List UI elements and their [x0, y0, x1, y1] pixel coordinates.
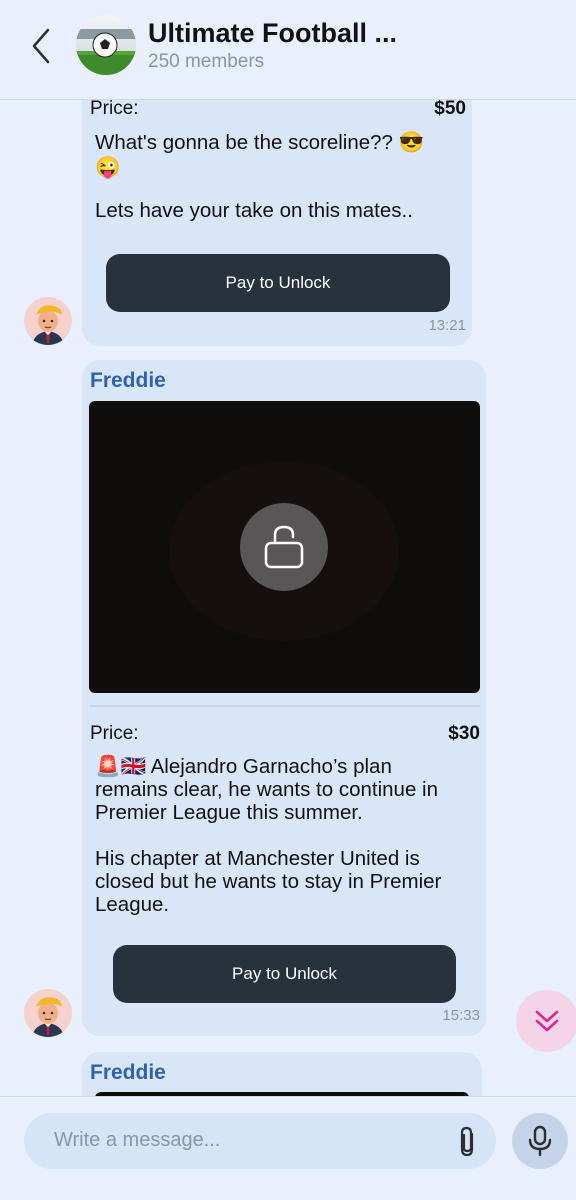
message-text: What's gonna be the scoreline?? 😎 😜 Lets…	[95, 131, 425, 222]
sender-name[interactable]: Freddie	[90, 369, 166, 393]
user-avatar-image	[24, 297, 72, 345]
price-value: $30	[448, 723, 480, 744]
unlock-button[interactable]	[240, 503, 328, 591]
message-time: 15:33	[442, 1007, 480, 1024]
scroll-to-bottom-button[interactable]	[516, 990, 576, 1052]
paperclip-icon	[460, 1126, 474, 1157]
price-value: $50	[434, 100, 466, 119]
sender-name[interactable]: Freddie	[90, 1061, 166, 1085]
divider	[89, 705, 480, 707]
group-avatar[interactable]	[76, 15, 136, 75]
pay-to-unlock-button[interactable]: Pay to Unlock	[106, 254, 450, 312]
microphone-icon	[528, 1125, 552, 1157]
member-count: 250 members	[148, 51, 265, 72]
price-label: Price:	[90, 723, 139, 744]
voice-message-button[interactable]	[512, 1113, 568, 1169]
price-label: Price:	[90, 100, 139, 119]
message-input-placeholder[interactable]: Write a message...	[54, 1129, 220, 1152]
locked-media[interactable]	[89, 401, 480, 693]
lock-open-icon	[264, 525, 304, 569]
message-list[interactable]: Price: $50 What's gonna be the scoreline…	[0, 100, 576, 1096]
message-time: 13:21	[428, 317, 466, 334]
attach-button[interactable]	[454, 1125, 482, 1159]
football-avatar-image	[76, 15, 136, 75]
pay-to-unlock-button[interactable]: Pay to Unlock	[113, 945, 456, 1003]
avatar[interactable]	[24, 989, 72, 1037]
avatar[interactable]	[24, 297, 72, 345]
chevron-left-icon	[32, 28, 50, 64]
chat-header: Ultimate Football ... 250 members	[0, 0, 576, 100]
double-chevron-down-icon	[535, 1010, 559, 1032]
message-composer: Write a message...	[0, 1096, 576, 1200]
chat-title[interactable]: Ultimate Football ...	[148, 18, 397, 49]
back-button[interactable]	[26, 26, 58, 66]
user-avatar-image	[24, 989, 72, 1037]
message-input[interactable]: Write a message...	[24, 1113, 496, 1169]
message-text: 🚨🇬🇧 Alejandro Garnacho’s plan remains cl…	[95, 755, 442, 916]
